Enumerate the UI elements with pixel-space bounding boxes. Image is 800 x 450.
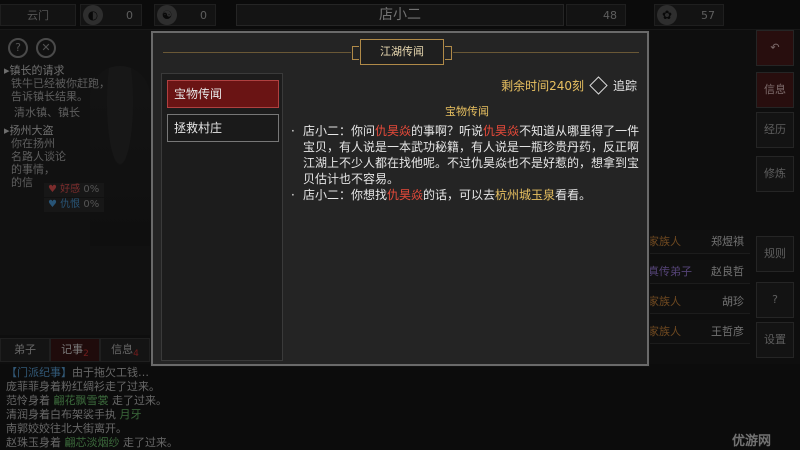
rumor-item-village[interactable]: 拯救村庄 bbox=[167, 114, 279, 142]
rumor-item-treasure[interactable]: 宝物传闻 bbox=[167, 80, 279, 108]
dialog-entry: · 店小二：你问仇昊焱的事啊？听说仇昊焱不知道从哪里得了一件宝贝，有人说是一本武… bbox=[291, 124, 640, 186]
track-checkbox[interactable] bbox=[589, 76, 608, 95]
title-divider bbox=[453, 52, 639, 53]
time-remaining: 剩余时间240刻 bbox=[501, 79, 584, 93]
dialog-entry: · 店小二：你想找仇昊焱的话，可以去杭州城玉泉看看。 bbox=[291, 188, 592, 202]
rumor-list: 宝物传闻 拯救村庄 bbox=[161, 73, 283, 361]
rumor-dialog: 江湖传闻 宝物传闻 拯救村庄 剩余时间240刻 追踪 宝物传闻 · 店小二：你问… bbox=[151, 31, 649, 366]
dialog-title: 江湖传闻 bbox=[352, 39, 452, 65]
track-label[interactable]: 追踪 bbox=[613, 77, 637, 94]
rumor-content: 剩余时间240刻 追踪 宝物传闻 · 店小二：你问仇昊焱的事啊？听说仇昊焱不知道… bbox=[289, 73, 645, 361]
section-title: 宝物传闻 bbox=[445, 105, 489, 118]
timer-row: 剩余时间240刻 追踪 bbox=[501, 76, 637, 95]
title-divider bbox=[163, 52, 351, 53]
